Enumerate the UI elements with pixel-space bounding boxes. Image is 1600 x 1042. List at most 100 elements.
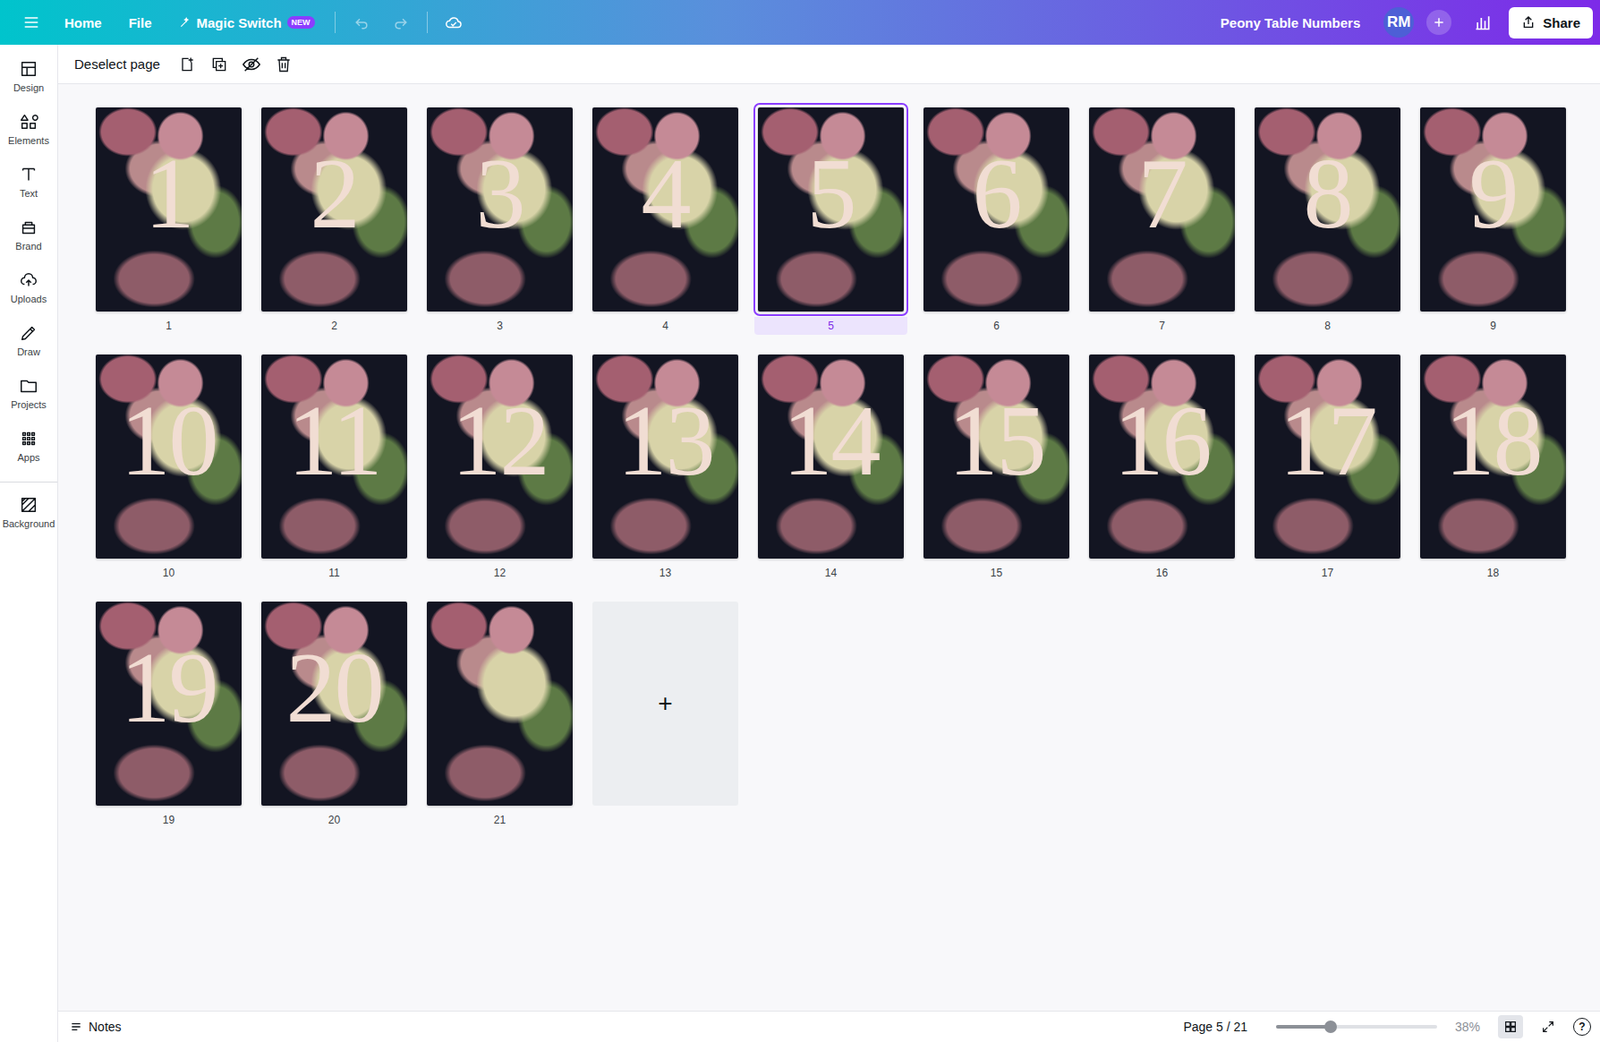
expand-icon: [1540, 1019, 1556, 1034]
sidebar-item[interactable]: Background: [0, 481, 58, 535]
page-thumbnail[interactable]: 14: [757, 354, 904, 559]
grid-icon: [1503, 1019, 1518, 1034]
page-card[interactable]: 1313: [592, 354, 739, 582]
sidebar-item[interactable]: Apps: [0, 423, 58, 469]
menu-button[interactable]: [17, 8, 45, 36]
page-thumbnail[interactable]: 20: [261, 601, 408, 806]
page-thumbnail[interactable]: 18: [1420, 354, 1566, 559]
save-status-button[interactable]: [440, 8, 468, 36]
help-button[interactable]: ?: [1573, 1017, 1592, 1036]
page-thumbnail[interactable]: 11: [261, 354, 408, 559]
redo-button[interactable]: [387, 8, 415, 36]
page-thumbnail[interactable]: 9: [1420, 107, 1566, 312]
sidebar-item-icon: [18, 111, 39, 132]
page-number-label: 17: [1251, 563, 1405, 582]
table-number: 14: [782, 390, 880, 491]
page-card[interactable]: 1616: [1089, 354, 1235, 582]
page-card[interactable]: 22: [261, 107, 408, 335]
duplicate-icon: [210, 55, 229, 74]
page-card[interactable]: 1010: [95, 354, 242, 582]
page-thumbnail[interactable]: 19: [95, 601, 242, 806]
page-thumbnail[interactable]: 6: [923, 107, 1070, 312]
zoom-reading[interactable]: 38%: [1449, 1019, 1486, 1034]
document-title[interactable]: Peony Table Numbers: [1220, 15, 1361, 31]
add-page-icon: [178, 55, 196, 74]
page-thumbnail[interactable]: 8: [1254, 107, 1401, 312]
page-card[interactable]: 21: [426, 601, 573, 829]
page-thumbnail[interactable]: 15: [923, 354, 1070, 559]
page-card[interactable]: 1717: [1254, 354, 1401, 582]
page-number-label: 19: [92, 810, 246, 829]
page-thumbnail[interactable]: 13: [592, 354, 739, 559]
share-button[interactable]: Share: [1508, 7, 1593, 39]
chart-icon: [1473, 13, 1492, 32]
notes-icon: [68, 1019, 84, 1034]
page-thumbnail[interactable]: 16: [1089, 354, 1235, 559]
page-number-label: 21: [423, 810, 577, 829]
add-page-button[interactable]: [174, 51, 200, 77]
table-number: 19: [120, 637, 218, 738]
insights-button[interactable]: [1469, 8, 1497, 36]
invite-button[interactable]: [1426, 9, 1452, 35]
menu-item[interactable]: File: [121, 9, 160, 36]
page-card[interactable]: 99: [1420, 107, 1566, 335]
page-number-label: 2: [257, 316, 411, 335]
sidebar-item[interactable]: Elements: [0, 106, 58, 152]
sidebar-item[interactable]: Brand: [0, 212, 58, 257]
page-card[interactable]: 1515: [923, 354, 1070, 582]
sidebar-item-icon: [18, 375, 39, 396]
sidebar-item[interactable]: Uploads: [0, 264, 58, 310]
page-card[interactable]: 66: [923, 107, 1070, 335]
bottom-bar: Notes Page 5 / 21 38%?: [58, 1010, 1600, 1042]
wand-icon: [178, 16, 192, 29]
sidebar-item-icon: [18, 428, 39, 449]
page-indicator[interactable]: Page 5 / 21: [1182, 1019, 1248, 1034]
page-card[interactable]: 33: [426, 107, 573, 335]
sidebar-item[interactable]: Design: [0, 53, 58, 99]
page-thumbnail[interactable]: 2: [261, 107, 408, 312]
page-card[interactable]: 1919: [95, 601, 242, 829]
page-thumbnail[interactable]: 17: [1254, 354, 1401, 559]
sidebar-item[interactable]: Text: [0, 159, 58, 205]
page-card[interactable]: 2020: [261, 601, 408, 829]
sidebar-item[interactable]: Projects: [0, 370, 58, 416]
page-thumbnail[interactable]: 7: [1089, 107, 1235, 312]
page-number-label: 16: [1085, 563, 1239, 582]
page-number-label: 4: [588, 316, 742, 335]
table-number: 9: [1469, 143, 1518, 244]
page-thumbnail[interactable]: 3: [426, 107, 573, 312]
notes-button[interactable]: Notes: [68, 1019, 122, 1034]
deselect-page-button[interactable]: Deselect page: [68, 51, 166, 77]
add-page-card[interactable]: +: [592, 601, 739, 829]
page-thumbnail[interactable]: 4: [592, 107, 739, 312]
add-page-tile[interactable]: +: [592, 601, 739, 806]
zoom-slider-knob[interactable]: [1324, 1020, 1337, 1033]
page-card[interactable]: 77: [1089, 107, 1235, 335]
page-card[interactable]: 55: [757, 107, 904, 335]
page-card[interactable]: 1212: [426, 354, 573, 582]
menu-item[interactable]: Home: [57, 9, 110, 36]
sidebar-item-icon: [18, 59, 39, 79]
magic-switch-button[interactable]: Magic SwitchNEW: [171, 9, 323, 36]
zoom-slider[interactable]: [1276, 1024, 1438, 1029]
sidebar-item[interactable]: Draw: [0, 317, 58, 363]
page-card[interactable]: 88: [1254, 107, 1401, 335]
separator: [334, 11, 336, 34]
page-thumbnail[interactable]: [426, 601, 573, 806]
undo-button[interactable]: [348, 8, 375, 36]
grid-view-button[interactable]: [1497, 1014, 1524, 1039]
page-thumbnail[interactable]: 1: [95, 107, 242, 312]
page-card[interactable]: 1818: [1420, 354, 1566, 582]
page-card[interactable]: 44: [592, 107, 739, 335]
delete-page-button[interactable]: [271, 51, 297, 77]
page-thumbnail[interactable]: 10: [95, 354, 242, 559]
user-avatar[interactable]: RM: [1383, 7, 1414, 38]
duplicate-page-button[interactable]: [206, 51, 232, 77]
page-card[interactable]: 1111: [261, 354, 408, 582]
page-card[interactable]: 11: [95, 107, 242, 335]
page-thumbnail[interactable]: 12: [426, 354, 573, 559]
fullscreen-button[interactable]: [1535, 1014, 1561, 1039]
page-thumbnail[interactable]: 5: [757, 107, 904, 312]
page-card[interactable]: 1414: [757, 354, 904, 582]
hide-page-button[interactable]: [238, 51, 264, 77]
